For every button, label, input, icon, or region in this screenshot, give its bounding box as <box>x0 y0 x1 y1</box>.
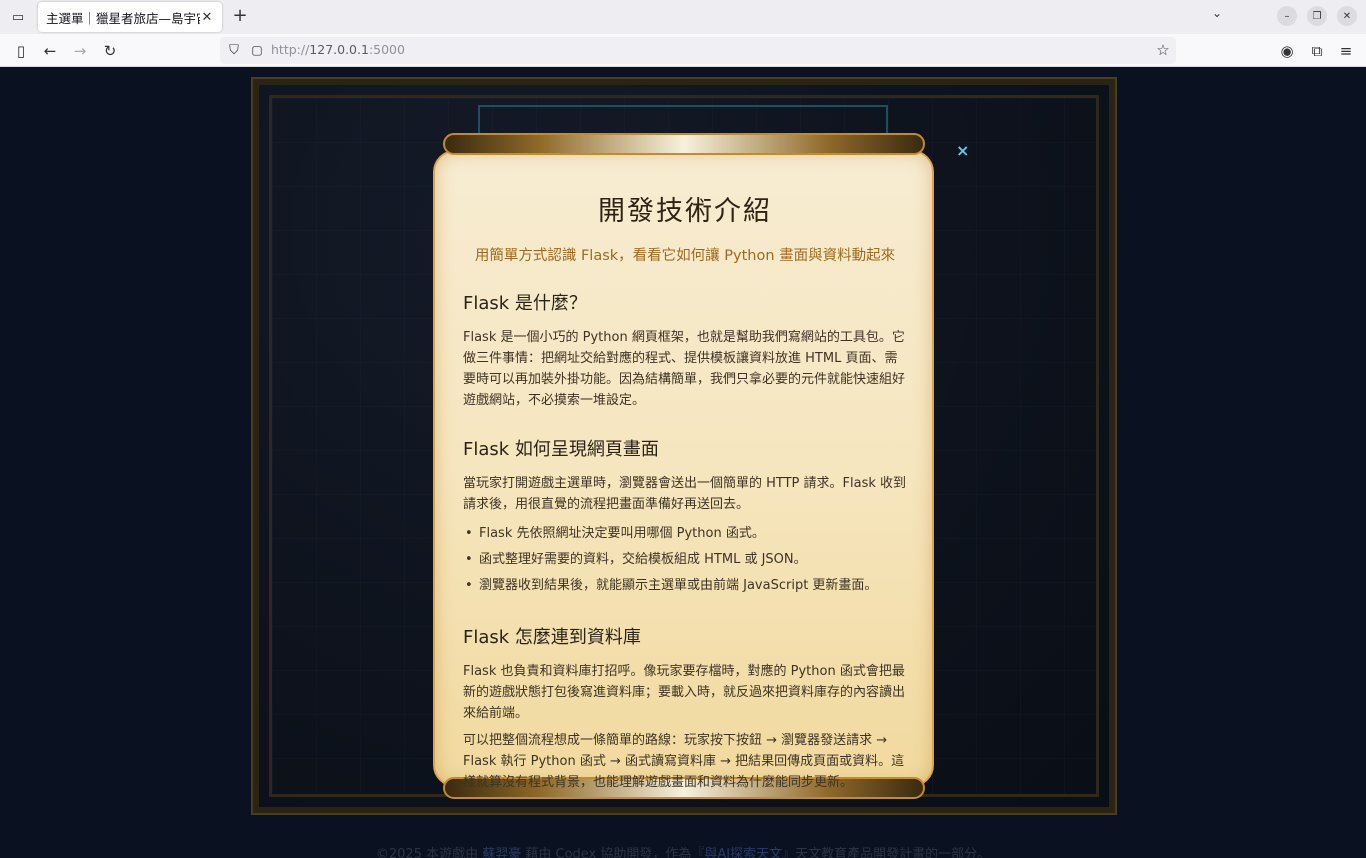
browser-navbar: ▯ ← → ↻ ⛉ ▢ http://127.0.0.1:5000 ☆ ◉ ⧉ … <box>0 34 1366 67</box>
close-window-icon[interactable]: ✕ <box>1337 6 1357 26</box>
tab-overflow-chevron-icon[interactable]: ⌄ <box>1212 6 1222 20</box>
modal-title: 開發技術介紹 <box>598 196 772 227</box>
new-tab-icon[interactable]: + <box>230 6 250 26</box>
section-paragraph: Flask 是一個小巧的 Python 網頁框架，也就是幫助我們寫網站的工具包。… <box>463 330 906 408</box>
extensions-icon[interactable]: ⧉ <box>1306 40 1328 62</box>
browser-tab[interactable]: 主選單｜獵星者旅店—島宇宙 ✕ <box>38 2 222 32</box>
list-item: 瀏覽器收到結果後，就能顯示主選單或由前端 JavaScript 更新畫面。 <box>463 573 907 599</box>
section-heading: Flask 怎麼連到資料庫 <box>463 627 641 648</box>
footer-project-link[interactable]: 與AI探索天文 <box>704 847 782 858</box>
section-paragraph: 當玩家打開遊戲主選單時，瀏覽器會送出一個簡單的 HTTP 請求。Flask 收到… <box>463 476 907 512</box>
section-heading: Flask 是什麼？ <box>463 293 587 314</box>
section-heading: Flask 如何呈現網頁畫面 <box>463 439 659 460</box>
list-item: 函式整理好需要的資料，交給模板組成 HTML 或 JSON。 <box>463 547 907 573</box>
url-text: http://127.0.0.1:5000 <box>271 42 405 57</box>
section-paragraph: 可以把整個流程想成一條簡單的路線：玩家按下按鈕 → 瀏覽器發送請求 → Flas… <box>463 733 905 790</box>
menu-icon[interactable]: ≡ <box>1335 40 1357 62</box>
tab-list-icon[interactable]: ▭ <box>8 7 28 27</box>
restore-icon[interactable]: ❐ <box>1307 6 1327 26</box>
forward-icon[interactable]: → <box>69 40 91 62</box>
minimize-icon[interactable]: – <box>1277 6 1297 26</box>
reload-icon[interactable]: ↻ <box>99 40 121 62</box>
shield-icon[interactable]: ⛉ <box>223 39 245 61</box>
page-icon: ▢ <box>251 43 263 57</box>
scroll-top-rod <box>443 133 925 155</box>
page-footer: ©2025 本遊戲由 蘇羿豪 藉由 Codex 協助開發，作為『與AI探索天文』… <box>0 843 1366 858</box>
list-item: Flask 先依照網址決定要叫用哪個 Python 函式。 <box>463 521 907 547</box>
footer-author-link[interactable]: 蘇羿豪 <box>482 847 521 858</box>
page-viewport: ©2025 本遊戲由 蘇羿豪 藉由 Codex 協助開發，作為『與AI探索天文』… <box>0 67 1366 858</box>
section-paragraph: Flask 也負責和資料庫打招呼。像玩家要存檔時，對應的 Python 函式會把… <box>463 664 906 721</box>
tab-title: 主選單｜獵星者旅店—島宇宙 <box>46 10 200 26</box>
bookmark-star-icon[interactable]: ☆ <box>1152 39 1174 61</box>
tab-close-icon[interactable]: ✕ <box>200 10 214 25</box>
account-icon[interactable]: ◉ <box>1276 40 1298 62</box>
back-icon[interactable]: ← <box>39 40 61 62</box>
flow-list: Flask 先依照網址決定要叫用哪個 Python 函式。 函式整理好需要的資料… <box>463 521 907 599</box>
modal-close-button[interactable]: × <box>956 141 969 160</box>
url-bar[interactable]: ⛉ ▢ http://127.0.0.1:5000 ☆ <box>220 37 1176 64</box>
sidebar-icon[interactable]: ▯ <box>10 40 32 62</box>
modal-content: 開發技術介紹 用簡單方式認識 Flask，看看它如何讓 Python 畫面與資料… <box>463 189 907 793</box>
modal-subtitle: 用簡單方式認識 Flask，看看它如何讓 Python 畫面與資料動起來 <box>474 248 896 264</box>
browser-tabbar: ▭ 主選單｜獵星者旅店—島宇宙 ✕ + ⌄ – ❐ ✕ <box>0 0 1366 34</box>
